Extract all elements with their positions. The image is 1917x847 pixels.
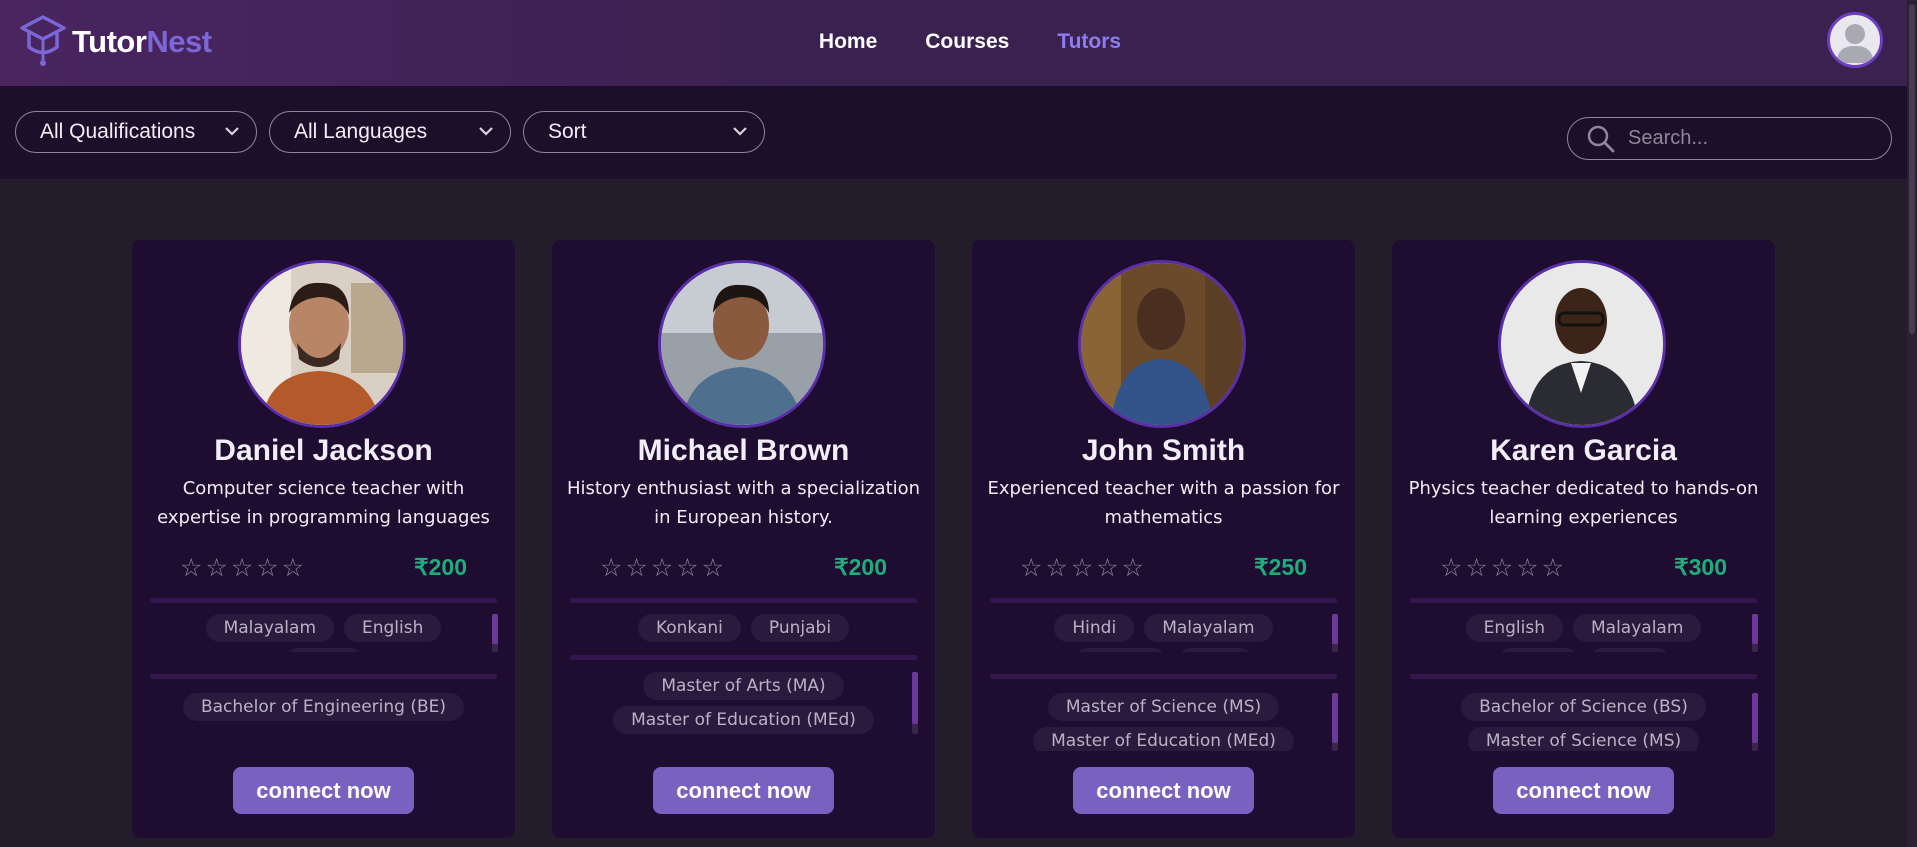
language-tag: Malayalam [205,614,334,642]
divider [150,674,497,679]
nav-courses[interactable]: Courses [925,30,1009,54]
brand-logo[interactable]: TutorNest [20,14,212,70]
qualification-tag: Bachelor of Engineering (BE) [182,693,465,721]
tutor-price: ₹300 [1673,554,1727,580]
rating-stars[interactable]: ☆☆☆☆☆ [600,553,727,582]
tutor-name: John Smith [1081,434,1246,467]
language-tag-overflow [283,648,364,652]
language-tag: English [1465,614,1563,642]
qualification-scrollbar[interactable] [912,672,918,734]
tutor-card: John Smith Experienced teacher with a pa… [972,240,1355,838]
tutor-photo [1078,260,1246,428]
language-tags[interactable]: Konkani Punjabi [570,614,917,648]
connect-now-button[interactable]: connect now [1073,767,1254,814]
divider [570,598,917,603]
language-select-value: All Languages [294,120,428,143]
language-tag: Malayalam [1572,614,1702,642]
rating-stars[interactable]: ☆☆☆☆☆ [180,553,307,582]
qualification-scrollbar[interactable] [1332,693,1338,751]
filter-bar: All Qualifications All Languages Sort [0,86,1917,179]
tutor-price: ₹200 [833,554,887,580]
language-tags[interactable]: English Malayalam [1410,614,1757,652]
nav-home[interactable]: Home [819,30,877,54]
divider [1410,598,1757,603]
language-tag: Hindi [1054,614,1135,642]
chevron-down-icon [225,127,239,136]
qualification-tag: Master of Science (MS) [1047,693,1280,721]
qualification-tags[interactable]: Bachelor of Science (BS) Master of Scien… [1410,693,1757,751]
search-box[interactable] [1567,117,1892,160]
tutor-price: ₹250 [1253,554,1307,580]
qualification-select-value: All Qualifications [40,120,196,143]
qualification-tags[interactable]: Master of Science (MS) Master of Educati… [990,693,1337,751]
tutor-description: Physics teacher dedicated to hands-on le… [1408,478,1759,528]
tutor-card: Daniel Jackson Computer science teacher … [132,240,515,838]
language-tags[interactable]: Hindi Malayalam [990,614,1337,652]
tutor-name: Michael Brown [637,434,850,467]
tutor-card: Michael Brown History enthusiast with a … [552,240,935,838]
qualification-tag: Master of Education (MEd) [1033,727,1294,751]
divider [990,598,1337,603]
qualification-tags[interactable]: Bachelor of Engineering (BE) [150,693,497,725]
tutor-description: Computer science teacher with expertise … [157,478,490,528]
graduation-cap-icon [20,15,66,66]
tutor-photo [658,260,826,428]
qualification-select[interactable]: All Qualifications [15,111,257,153]
sort-select[interactable]: Sort [523,111,765,153]
qualification-tag: Master of Science (MS) [1467,727,1700,751]
top-navbar: TutorNest Home Courses Tutors [0,0,1917,86]
divider [570,655,917,660]
tutor-card: Karen Garcia Physics teacher dedicated t… [1392,240,1775,838]
language-select[interactable]: All Languages [269,111,511,153]
rating-stars[interactable]: ☆☆☆☆☆ [1020,553,1147,582]
language-tag: Konkani [637,614,741,642]
search-icon [1587,125,1615,152]
language-tag: English [344,614,442,642]
sort-select-value: Sort [548,120,587,143]
main-nav: Home Courses Tutors [0,30,1917,54]
tutor-price: ₹200 [413,554,467,580]
divider [990,674,1337,679]
chevron-down-icon [733,127,747,136]
brand-name: TutorNest [72,24,212,60]
tutor-photo [1498,260,1666,428]
qualification-tag: Bachelor of Science (BS) [1461,693,1706,721]
user-icon [1836,24,1874,63]
qualification-tags[interactable]: Master of Arts (MA) Master of Education … [570,672,917,734]
brand-name-part1: Tutor [72,24,147,59]
qualification-scrollbar[interactable] [1752,693,1758,751]
language-scrollbar[interactable] [492,614,498,652]
connect-now-button[interactable]: connect now [233,767,414,814]
language-tag: Punjabi [750,614,850,642]
page-scrollbar[interactable] [1907,0,1917,847]
brand-name-part2: Nest [146,24,212,59]
qualification-tag: Master of Education (MEd) [613,706,874,734]
connect-now-button[interactable]: connect now [653,767,834,814]
qualification-tag: Master of Arts (MA) [643,672,844,700]
rating-stars[interactable]: ☆☆☆☆☆ [1440,553,1567,582]
user-avatar[interactable] [1827,12,1883,68]
nav-tutors[interactable]: Tutors [1057,30,1121,54]
tutor-name: Daniel Jackson [214,434,433,467]
tutor-description: History enthusiast with a specialization… [566,478,921,528]
divider [150,598,497,603]
tutor-description: Experienced teacher with a passion for m… [987,478,1340,528]
search-input[interactable] [1626,126,1880,151]
tutor-photo [238,260,406,428]
chevron-down-icon [479,127,493,136]
language-scrollbar[interactable] [1332,614,1338,652]
language-tags[interactable]: Malayalam English [150,614,497,652]
language-scrollbar[interactable] [1752,614,1758,652]
page-scrollbar-thumb[interactable] [1909,4,1915,334]
tutor-name: Karen Garcia [1490,434,1677,467]
language-tag: Malayalam [1144,614,1273,642]
divider [1410,674,1757,679]
connect-now-button[interactable]: connect now [1493,767,1674,814]
